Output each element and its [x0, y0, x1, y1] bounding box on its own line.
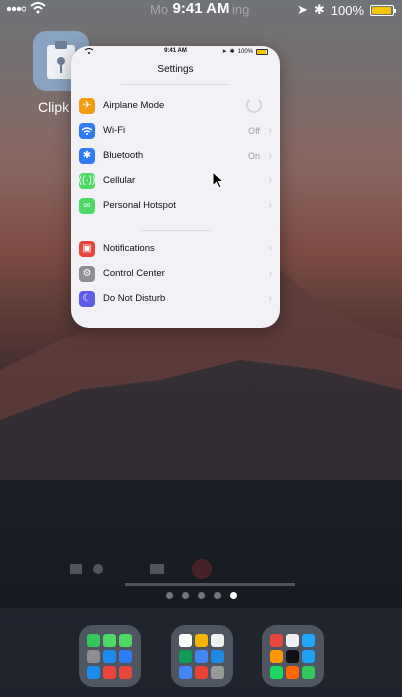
moon-icon: ☾ — [79, 290, 95, 307]
folder-app-icon — [179, 634, 192, 647]
page-dot[interactable] — [197, 592, 205, 599]
row-label: Notifications — [103, 243, 155, 254]
page-dot[interactable] — [165, 592, 173, 599]
folder-app-icon — [179, 666, 192, 679]
card-battery-percent: 100% — [237, 48, 253, 55]
folder-app-icon — [103, 650, 116, 663]
settings-row-cellular[interactable]: ((·)) Cellular › — [71, 168, 280, 193]
row-value: On — [247, 150, 260, 161]
folder-app-icon — [195, 634, 208, 647]
chevron-right-icon: › — [268, 200, 272, 211]
folder-app-icon — [270, 666, 283, 679]
dock — [0, 608, 402, 697]
settings-row-bluetooth[interactable]: ✱ Bluetooth On › — [71, 143, 280, 168]
chevron-right-icon: › — [268, 243, 272, 254]
settings-row-control-center[interactable]: ⚙ Control Center › — [71, 261, 280, 286]
carrier-tail-text: ing — [232, 2, 250, 17]
folder-app-icon — [270, 634, 283, 647]
settings-preview-card[interactable]: 9:41 AM ➤ ✱ 100% Settings ✈ Airplane Mod… — [71, 46, 280, 328]
card-battery-icon — [256, 48, 268, 55]
folder-app-icon — [87, 650, 100, 663]
row-value: Off — [248, 125, 260, 136]
settings-title: Settings — [157, 64, 194, 75]
page-dot[interactable] — [181, 592, 189, 599]
music-controls-ghost — [70, 559, 295, 586]
row-label: Bluetooth — [103, 150, 144, 161]
row-label: Wi-Fi — [103, 125, 126, 136]
folder-app-icon — [211, 650, 224, 663]
clipboard-app-label: Clipk — [38, 99, 70, 115]
folder-app-icon — [302, 666, 315, 679]
folder-app-icon — [87, 634, 100, 647]
row-label: Personal Hotspot — [103, 200, 176, 211]
folder-app-icon — [211, 666, 224, 679]
folder-app-icon — [103, 634, 116, 647]
folder-app-icon — [103, 666, 116, 679]
row-label: Do Not Disturb — [103, 293, 166, 304]
row-label: Control Center — [103, 268, 165, 279]
page-indicator[interactable] — [0, 592, 402, 599]
folder-app-icon — [119, 666, 132, 679]
battery-percent: 100% — [330, 2, 364, 18]
row-label: Cellular — [103, 175, 136, 186]
status-right: ➤ ✱ 100% — [296, 2, 396, 18]
settings-group-system: ▣ Notifications › ⚙ Control Center › ☾ D… — [71, 236, 280, 311]
folder-app-icon — [179, 650, 192, 663]
folder-app-icon — [87, 666, 100, 679]
settings-row-wifi[interactable]: Wi-Fi Off › — [71, 118, 280, 143]
folder-app-icon — [270, 650, 283, 663]
airplane-icon: ✈ — [79, 97, 95, 114]
folder-app-icon — [302, 634, 315, 647]
loading-spinner-icon — [246, 97, 262, 113]
notifications-icon: ▣ — [79, 240, 95, 257]
wifi-icon — [79, 122, 95, 139]
settings-row-do-not-disturb[interactable]: ☾ Do Not Disturb › — [71, 286, 280, 311]
dock-folder-1[interactable] — [79, 625, 141, 687]
row-label: Airplane Mode — [103, 100, 165, 111]
folder-app-icon — [302, 650, 315, 663]
cellular-icon: ((·)) — [79, 172, 95, 189]
folder-app-icon — [119, 650, 132, 663]
bluetooth-icon: ✱ — [79, 147, 95, 164]
chevron-right-icon: › — [268, 268, 272, 279]
chevron-right-icon: › — [268, 175, 272, 186]
folder-app-icon — [195, 666, 208, 679]
folder-app-icon — [286, 634, 299, 647]
card-location-icon: ➤ — [221, 49, 227, 55]
settings-row-notifications[interactable]: ▣ Notifications › — [71, 236, 280, 261]
page-dot[interactable] — [229, 592, 237, 599]
location-arrow-icon: ➤ — [296, 2, 308, 17]
status-bar: Mo 9:41 AM ing ➤ ✱ 100% — [0, 0, 402, 18]
card-status-right: ➤ ✱ 100% — [222, 48, 268, 55]
card-bluetooth-icon: ✱ — [229, 49, 235, 55]
folder-app-icon — [195, 650, 208, 663]
folder-app-icon — [286, 650, 299, 663]
divider — [121, 84, 230, 85]
chevron-right-icon: › — [268, 125, 272, 136]
page-dot[interactable] — [213, 592, 221, 599]
chevron-right-icon: › — [268, 150, 272, 161]
folder-app-icon — [119, 634, 132, 647]
battery-icon — [370, 4, 396, 16]
settings-row-airplane-mode[interactable]: ✈ Airplane Mode — [71, 93, 280, 118]
settings-row-personal-hotspot[interactable]: ∞ Personal Hotspot › — [71, 193, 280, 218]
control-center-icon: ⚙ — [79, 265, 95, 282]
dock-folder-2[interactable] — [171, 625, 233, 687]
chevron-right-icon: › — [268, 293, 272, 304]
settings-group-connectivity: ✈ Airplane Mode Wi-Fi Off › ✱ Bluetooth … — [71, 93, 280, 218]
mouse-cursor-icon — [212, 171, 224, 189]
card-status-bar: 9:41 AM ➤ ✱ 100% — [71, 46, 280, 58]
dock-folder-3[interactable] — [262, 625, 324, 687]
group-separator — [71, 218, 280, 236]
folder-app-icon — [211, 634, 224, 647]
folder-app-icon — [286, 666, 299, 679]
hotspot-icon: ∞ — [79, 197, 95, 214]
bluetooth-status-icon: ✱ — [313, 2, 325, 17]
